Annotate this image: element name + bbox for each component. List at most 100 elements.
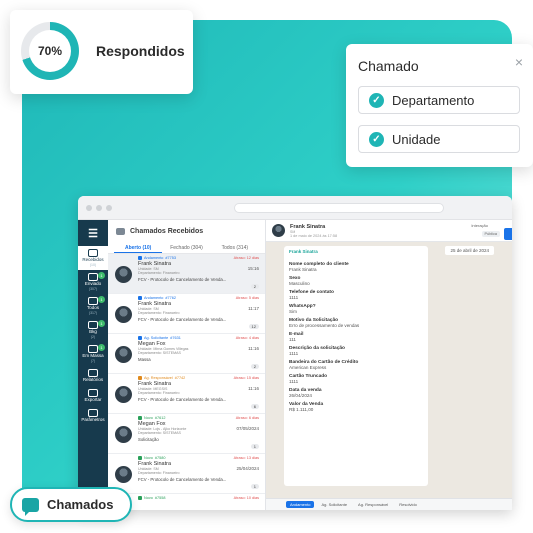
option-label: Departamento xyxy=(392,92,475,108)
field-value: 1111 xyxy=(289,295,299,300)
avatar xyxy=(115,426,132,443)
conversation-header: Frank Sinatra SM 1 de maio de 2024 às 17… xyxy=(266,220,512,242)
status-button-ag-respons-vel[interactable]: Ag. Responsável xyxy=(354,501,392,508)
status-button-ag-solicitante[interactable]: Ag. Solicitante xyxy=(317,501,351,508)
avatar xyxy=(115,386,132,403)
status-icon xyxy=(138,496,142,500)
sidebar-item-recebidos[interactable]: Recebidos (10) xyxy=(78,246,108,270)
chat-icon xyxy=(116,227,125,235)
conversation-pane: Frank Sinatra SM 1 de maio de 2024 às 17… xyxy=(266,220,512,510)
status-icon xyxy=(138,296,142,300)
contact-name: Frank Sinatra xyxy=(290,224,326,230)
field-value: R$ 1.111,00 xyxy=(289,407,314,412)
close-icon[interactable]: × xyxy=(515,54,523,70)
message-count: 2 xyxy=(250,284,259,289)
browser-window: ☰ Recebidos (10) Enviado (307) 1 Todos (317) 1 B… xyxy=(78,196,512,510)
ticket-list-item[interactable]: Andamento #7753 Atraso: 12 dias Frank Sinat… xyxy=(108,254,265,294)
field-value: Masculino xyxy=(289,281,310,286)
sidebar-item-enviado[interactable]: Enviado (307) 1 xyxy=(78,270,108,294)
late-badge: Atraso: 13 dias xyxy=(233,456,259,460)
field-value: Frank Sinatra xyxy=(289,267,317,272)
form-field: Telefone de contato 1111 xyxy=(289,290,423,300)
sidebar-item-relatórios[interactable]: Relatórios xyxy=(78,366,108,386)
late-badge: Atraso: 4 dias xyxy=(235,336,259,340)
option-label: Unidade xyxy=(392,131,441,147)
ticket-subject: Solicitação xyxy=(138,436,159,442)
department-option[interactable]: ✓ Departamento xyxy=(358,86,520,114)
status-icon xyxy=(138,416,142,420)
unit-option[interactable]: ✓ Unidade xyxy=(358,125,520,153)
ticket-department: Departamento: Financeiro xyxy=(138,391,180,396)
field-value: Erro de processamento de vendas xyxy=(289,323,360,328)
action-button[interactable] xyxy=(504,228,512,240)
ticket-department: Departamento: Financeiro xyxy=(138,311,180,316)
ticket-time: 07/05/2024 xyxy=(236,426,259,431)
ticket-department: Departamento: Financeiro xyxy=(138,271,180,276)
progress-percent: 70% xyxy=(29,30,71,72)
ticket-list-item[interactable]: Ag. Solicitante #7631 Atraso: 4 dias Megan … xyxy=(108,334,265,374)
notification-badge: 1 xyxy=(98,319,105,327)
sidebar-item-exportar[interactable]: Exportar xyxy=(78,386,108,406)
tab-closed[interactable]: Fechado (304) xyxy=(162,242,210,253)
ticket-list-item[interactable]: Novo #7612 Atraso: 6 dias Megan Fox Unidade:… xyxy=(108,414,265,454)
ticket-time: 11:16 xyxy=(248,386,259,391)
field-value: 111 xyxy=(289,337,296,342)
list-title: Chamados Recebidos xyxy=(130,227,204,235)
field-value: Sim xyxy=(289,309,297,314)
field-value: 26/04/2024 xyxy=(289,393,312,398)
field-value: 1111 xyxy=(289,379,299,384)
sidebar-item-parâmetros[interactable]: Parâmetros xyxy=(78,406,108,426)
responded-label: Respondidos xyxy=(96,43,185,59)
ticket-id: #7762 xyxy=(165,296,176,300)
ticket-card-title: Chamado xyxy=(358,58,419,74)
ticket-id: #7612 xyxy=(154,416,166,420)
late-badge: Atraso: 5 dias xyxy=(235,296,259,300)
status-label: Novo xyxy=(144,416,153,420)
ticket-department: Departamento: SISTEMAS xyxy=(138,351,181,356)
sidebar-item-em-massa[interactable]: Em Massa (7) 1 xyxy=(78,342,108,366)
field-value: 1111 xyxy=(289,351,299,356)
sidebar-item-bkg[interactable]: Bkg (2) 1 xyxy=(78,318,108,342)
form-field: Nome completo do cliente Frank Sinatra xyxy=(289,262,423,272)
ticket-list-item[interactable]: Andamento #7762 Atraso: 5 dias Frank Sinatr… xyxy=(108,294,265,334)
field-value: American Express xyxy=(289,365,327,370)
sidebar-item-count: (2) xyxy=(90,334,96,339)
tab-open[interactable]: Aberto (10) xyxy=(114,242,163,253)
nav-icon xyxy=(88,368,98,377)
url-bar[interactable] xyxy=(234,203,444,213)
ticket-subject: FCV - Protocolo de Cancelamento de Venda… xyxy=(138,276,227,282)
avatar xyxy=(115,306,132,323)
status-label: Ag. Solicitante xyxy=(144,336,169,340)
browser-toolbar xyxy=(78,196,512,220)
ticket-time: 11:17 xyxy=(248,306,259,311)
ticket-id: #7558 xyxy=(154,496,166,500)
nav-icon xyxy=(88,296,98,305)
list-header: Chamados Recebidos xyxy=(108,220,265,242)
public-toggle[interactable]: Pública xyxy=(481,231,500,237)
status-button-resolvido[interactable]: Resolvido xyxy=(395,501,421,508)
nav-icon xyxy=(88,320,98,329)
app-logo: ☰ xyxy=(88,227,98,240)
ticket-time: 11:16 xyxy=(248,346,259,351)
window-dots xyxy=(86,205,112,211)
sidebar-item-todos[interactable]: Todos (317) 1 xyxy=(78,294,108,318)
late-badge: Atraso: 6 dias xyxy=(235,416,259,420)
notification-badge: 1 xyxy=(98,295,105,303)
chamados-badge[interactable]: Chamados xyxy=(10,487,132,522)
nav-icon xyxy=(88,388,98,397)
sidebar-item-label: Parâmetros xyxy=(81,416,105,422)
ticket-list-item[interactable]: Novo #7580 Atraso: 13 dias Frank Sinatra Uni… xyxy=(108,454,265,494)
sidebar-item-count: (10) xyxy=(89,262,97,267)
status-icon xyxy=(138,376,142,380)
tab-all[interactable]: Todos (314) xyxy=(211,242,259,253)
sidebar: ☰ Recebidos (10) Enviado (307) 1 Todos (317) 1 B… xyxy=(78,220,108,510)
message-count: 2 xyxy=(250,364,259,369)
nav-icon xyxy=(88,344,98,353)
chat-bubble-icon xyxy=(22,497,39,516)
ticket-time: 15:16 xyxy=(247,266,259,271)
nav-icon xyxy=(88,408,98,417)
ticket-list-item[interactable]: Ag. Responsável #7742 Atraso: 15 dias Frank… xyxy=(108,374,265,414)
form-field: Cartão Truncado 1111 xyxy=(289,374,423,384)
ticket-id: #7753 xyxy=(165,256,176,260)
status-button-andamento[interactable]: Andamento xyxy=(286,501,315,508)
